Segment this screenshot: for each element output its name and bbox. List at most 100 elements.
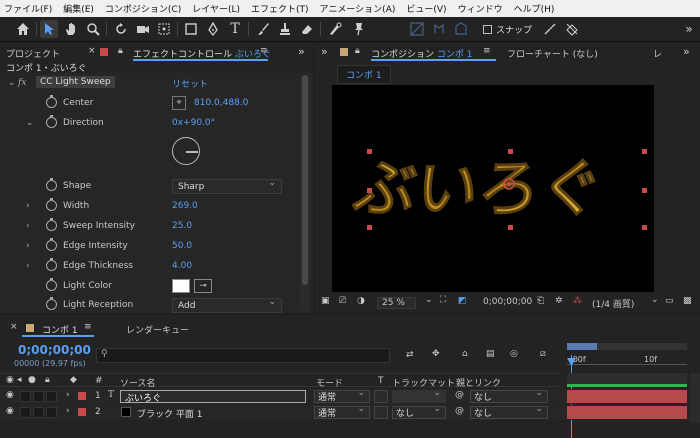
hand-tool-icon[interactable]: [62, 20, 80, 38]
layer-duration-bar[interactable]: [567, 406, 687, 419]
brush-tool-icon[interactable]: [254, 20, 272, 38]
lock-icon[interactable]: 🔒︎: [355, 46, 360, 56]
pan-behind-tool-icon[interactable]: [155, 20, 173, 38]
panel-expand-icon[interactable]: »: [683, 45, 690, 58]
composition-viewer[interactable]: ぶいろぐ: [332, 85, 654, 292]
light-reception-dropdown[interactable]: Add: [172, 297, 282, 313]
layer-expand-chevron[interactable]: ›: [66, 390, 70, 400]
layer-label-color[interactable]: [78, 408, 86, 416]
shape-dropdown[interactable]: Sharp: [172, 178, 282, 194]
direction-dial[interactable]: [172, 137, 200, 165]
monitor-icon[interactable]: ⎚: [339, 296, 346, 306]
layer-mode-dropdown[interactable]: 通常: [314, 388, 370, 403]
audio-toggle[interactable]: [20, 407, 31, 418]
preserve-transparency-toggle[interactable]: [374, 390, 388, 403]
scrollbar-thumb[interactable]: [302, 75, 308, 285]
layer-trackmatte-dropdown[interactable]: [392, 388, 446, 403]
work-area-bar[interactable]: [567, 343, 687, 350]
layer-name[interactable]: ブラック 平面 1: [137, 407, 202, 420]
menu-animation[interactable]: アニメーション(A): [320, 2, 396, 15]
tab-render-queue[interactable]: レンダーキュー: [126, 323, 189, 336]
stopwatch-icon[interactable]: [46, 115, 57, 128]
frame-blending-icon[interactable]: ▤: [486, 349, 495, 359]
param-value[interactable]: 50.0: [172, 241, 192, 251]
pen-tool-icon[interactable]: [204, 20, 222, 38]
expand-chevron[interactable]: ⌄: [26, 118, 34, 128]
axis-mode-icon[interactable]: [430, 20, 448, 38]
param-value[interactable]: 25.0: [172, 221, 192, 231]
rectangle-tool-icon[interactable]: [182, 20, 200, 38]
eraser-tool-icon[interactable]: [298, 20, 316, 38]
snap-options-icon[interactable]: [563, 20, 581, 38]
lock-toggle[interactable]: [46, 391, 57, 402]
menu-view[interactable]: ビュー(V): [406, 2, 446, 15]
expand-chevron[interactable]: ›: [26, 261, 30, 271]
snap-vector-icon[interactable]: [541, 20, 559, 38]
menu-composition[interactable]: コンポジション(C): [105, 2, 181, 15]
layer-label-color[interactable]: [78, 392, 86, 400]
stopwatch-icon[interactable]: [46, 278, 57, 291]
show-snapshot-icon[interactable]: ✲: [555, 296, 563, 306]
stopwatch-icon[interactable]: [46, 178, 57, 191]
resolution-chevron[interactable]: ⌄: [651, 295, 659, 305]
channel-icon[interactable]: ⁂: [573, 296, 582, 306]
puppet-pin-icon[interactable]: [350, 20, 368, 38]
expand-chevron[interactable]: ›: [26, 241, 30, 251]
col-source-name[interactable]: ソース名: [120, 376, 156, 389]
roto-brush-icon[interactable]: [326, 20, 344, 38]
panel-collapse-icon[interactable]: »: [321, 45, 328, 58]
parent-pickwhip-icon[interactable]: @: [455, 390, 464, 400]
layer-row-1[interactable]: ◉ › 1 T ぶいろぐ 通常 @ なし: [0, 388, 700, 404]
panel-menu-icon[interactable]: ≡: [260, 46, 268, 56]
timeline-scrollbar[interactable]: [690, 373, 700, 423]
shy-layers-icon[interactable]: ⌂: [462, 349, 468, 359]
camera-tool-icon[interactable]: [134, 20, 152, 38]
transparency-grid-icon[interactable]: ◩: [458, 296, 467, 306]
parent-pickwhip-icon[interactable]: @: [455, 406, 464, 416]
stopwatch-icon[interactable]: [46, 297, 57, 310]
expand-chevron[interactable]: ›: [26, 221, 30, 231]
lock-column-icon[interactable]: 🔒︎: [45, 375, 50, 385]
zoom-tool-icon[interactable]: [84, 20, 102, 38]
panel-expand-icon[interactable]: »: [298, 45, 305, 58]
close-icon[interactable]: ×: [88, 46, 96, 56]
layer-name-field[interactable]: ぶいろぐ: [120, 390, 306, 404]
param-value[interactable]: 0x+90.0°: [172, 118, 215, 128]
stopwatch-icon[interactable]: [46, 95, 57, 108]
panel-menu-icon[interactable]: ≡: [84, 322, 92, 332]
always-preview-icon[interactable]: ▣: [321, 296, 330, 306]
effect-name[interactable]: CC Light Sweep: [36, 76, 115, 88]
toolbar-expand-icon[interactable]: »: [680, 20, 698, 38]
effect-scrollbar[interactable]: [300, 75, 310, 311]
world-axis-icon[interactable]: [452, 20, 470, 38]
layer-parent-dropdown[interactable]: なし: [470, 404, 548, 419]
col-parent[interactable]: 親とリンク: [456, 376, 501, 389]
lock-icon[interactable]: 🔒︎: [118, 46, 123, 56]
audio-toggle[interactable]: [20, 391, 31, 402]
snap-checkbox[interactable]: [483, 25, 492, 34]
lock-toggle[interactable]: [46, 407, 57, 418]
effect-row[interactable]: ⌄ fx CC Light Sweep リセット: [0, 74, 300, 92]
layer-parent-dropdown[interactable]: なし: [470, 388, 548, 403]
resolution-value[interactable]: (1/4 画質): [592, 297, 634, 310]
preserve-transparency-toggle[interactable]: [374, 406, 388, 419]
selection-tool-icon[interactable]: [40, 20, 58, 38]
tab-flowchart[interactable]: フローチャート (なし): [507, 47, 598, 60]
zoom-dropdown-chevron[interactable]: ⌄: [425, 295, 433, 305]
align-icon[interactable]: [408, 20, 426, 38]
mask-view-icon[interactable]: ◑: [357, 296, 365, 306]
stopwatch-icon[interactable]: [46, 238, 57, 251]
layer-row-2[interactable]: ◉ › 2 ブラック 平面 1 通常 なし @ なし: [0, 404, 700, 420]
reset-link[interactable]: リセット: [172, 77, 208, 90]
transparency-toggle-icon[interactable]: ▩: [683, 296, 692, 306]
draft-3d-icon[interactable]: ✥: [432, 349, 440, 359]
snapshot-icon[interactable]: ⎗: [537, 296, 544, 306]
param-value[interactable]: 269.0: [172, 201, 198, 211]
eyedropper-icon[interactable]: ⊸: [194, 279, 212, 293]
layer-trackmatte-dropdown[interactable]: なし: [392, 404, 446, 419]
fit-frame-icon[interactable]: ⛶: [440, 295, 446, 305]
subtab-comp[interactable]: コンポ 1: [337, 65, 391, 84]
motion-blur-icon[interactable]: ◎: [510, 349, 518, 359]
crosshair-icon[interactable]: ⌖: [172, 96, 186, 110]
zoom-dropdown[interactable]: 25 %: [377, 297, 416, 309]
